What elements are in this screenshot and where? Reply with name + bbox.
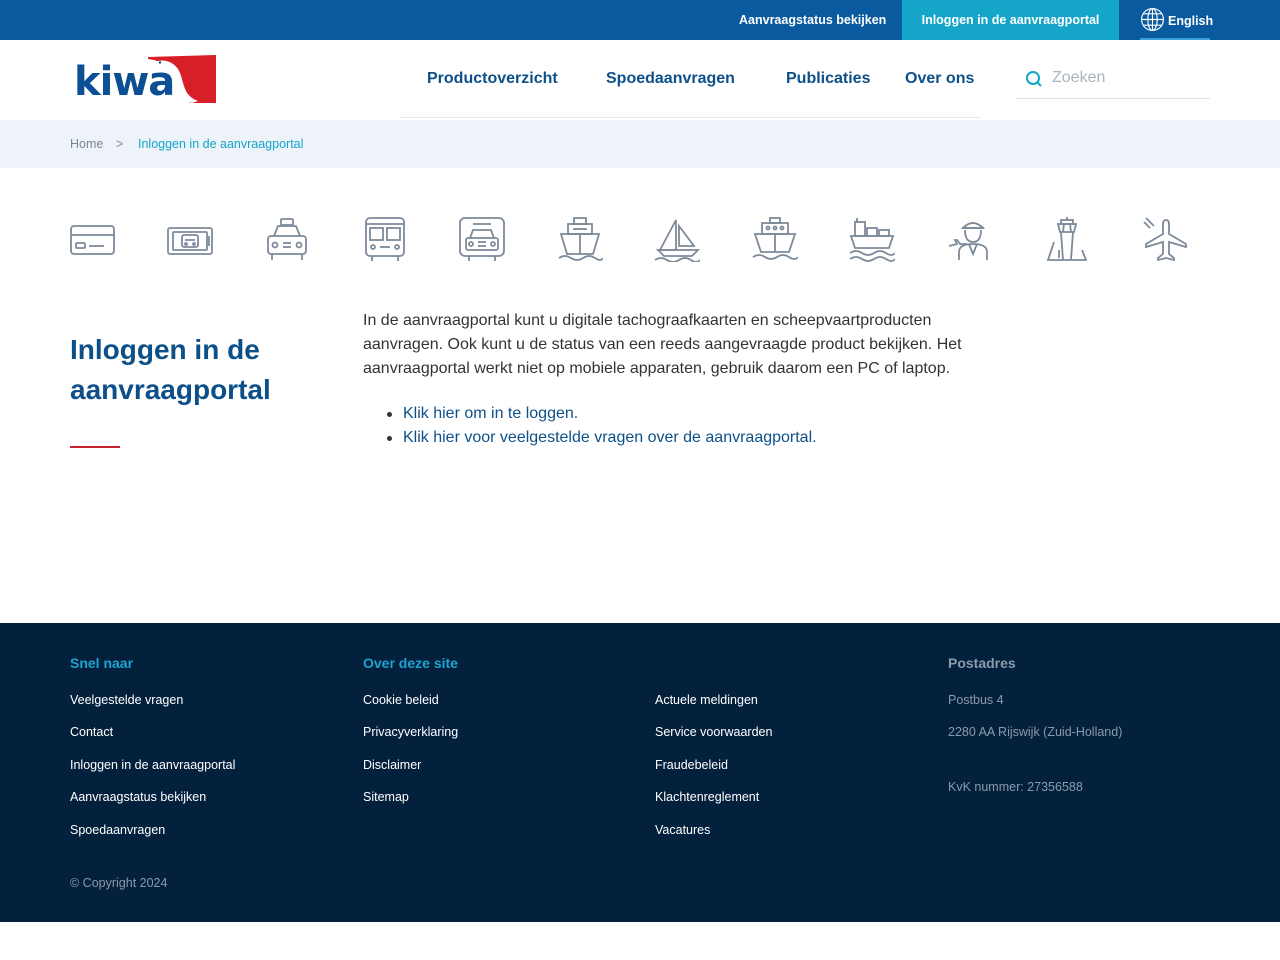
- ferry-icon[interactable]: [752, 216, 799, 262]
- cargo-ship-icon[interactable]: [849, 216, 896, 262]
- airplane-icon[interactable]: [1142, 216, 1188, 262]
- search-input[interactable]: [1052, 65, 1202, 91]
- globe-icon: [1140, 7, 1168, 35]
- logo-text: kiwa: [74, 59, 174, 105]
- breadcrumb-current: Inloggen in de aanvraagportal: [138, 137, 304, 151]
- footer-link-cookie[interactable]: Cookie beleid: [363, 693, 439, 707]
- list-item: Klik hier om in te loggen.: [363, 402, 983, 426]
- login-link[interactable]: Klik hier om in te loggen.: [403, 405, 578, 422]
- footer-postal-heading: Postadres: [948, 655, 1016, 671]
- kiwa-logo[interactable]: kiwa: [74, 53, 217, 105]
- footer-link-status[interactable]: Aanvraagstatus bekijken: [70, 790, 206, 804]
- page-title: Inloggen in de aanvraagportal: [70, 334, 271, 405]
- copyright: © Copyright 2024: [70, 876, 168, 890]
- truck-icon[interactable]: [459, 216, 505, 262]
- ship-icon[interactable]: [557, 216, 604, 262]
- top-bar: Aanvraagstatus bekijken Inloggen in de a…: [0, 0, 1280, 40]
- nav-over-ons[interactable]: Over ons: [905, 70, 974, 88]
- nav-spoedaanvragen[interactable]: Spoedaanvragen: [606, 70, 735, 88]
- postal-line: 2280 AA Rijswijk (Zuid-Holland): [948, 725, 1123, 739]
- footer-link-portal[interactable]: Inloggen in de aanvraagportal: [70, 758, 235, 772]
- portal-login-tab[interactable]: Inloggen in de aanvraagportal: [902, 0, 1119, 40]
- status-link[interactable]: Aanvraagstatus bekijken: [739, 13, 886, 27]
- kvk-number: KvK nummer: 27356588: [948, 780, 1083, 794]
- tachograph-icon[interactable]: [167, 216, 213, 262]
- breadcrumb-home[interactable]: Home: [70, 137, 103, 151]
- footer-link-faq[interactable]: Veelgestelde vragen: [70, 693, 183, 707]
- header: kiwa Productoverzicht Spoedaanvragen Pub…: [0, 40, 1280, 120]
- language-label: English: [1168, 13, 1214, 28]
- footer-quick-heading: Snel naar: [70, 655, 134, 671]
- footer-link-fraude[interactable]: Fraudebeleid: [655, 758, 728, 772]
- sailboat-icon[interactable]: [654, 216, 701, 263]
- search-box: [1016, 62, 1210, 99]
- title-accent-rule: [70, 446, 120, 448]
- list-item: Klik hier voor veelgestelde vragen over …: [363, 426, 983, 450]
- bullet: [387, 436, 392, 441]
- postal-line: Postbus 4: [948, 693, 1004, 707]
- language-switch[interactable]: English: [1140, 7, 1214, 35]
- footer-link-vacatures[interactable]: Vacatures: [655, 823, 710, 837]
- faq-link[interactable]: Klik hier voor veelgestelde vragen over …: [403, 429, 817, 446]
- footer: Snel naar Veelgestelde vragen Contact In…: [0, 623, 1280, 922]
- intro-paragraph: In de aanvraagportal kunt u digitale tac…: [363, 312, 962, 377]
- footer-link-spoed[interactable]: Spoedaanvragen: [70, 823, 165, 837]
- pilot-icon[interactable]: [947, 216, 993, 262]
- nav-productoverzicht[interactable]: Productoverzicht: [427, 70, 558, 88]
- taxi-icon[interactable]: [264, 216, 310, 262]
- nav-publicaties[interactable]: Publicaties: [786, 70, 870, 88]
- footer-link-disclaimer[interactable]: Disclaimer: [363, 758, 421, 772]
- breadcrumb-separator: >: [116, 137, 124, 151]
- footer-link-klachten[interactable]: Klachtenreglement: [655, 790, 759, 804]
- search-icon[interactable]: [1024, 69, 1044, 89]
- footer-link-sitemap[interactable]: Sitemap: [363, 790, 409, 804]
- footer-link-meldingen[interactable]: Actuele meldingen: [655, 693, 758, 707]
- bullet: [387, 412, 392, 417]
- breadcrumb: Home > Inloggen in de aanvraagportal: [0, 120, 1280, 168]
- link-list: Klik hier om in te loggen. Klik hier voo…: [363, 402, 983, 450]
- footer-site-heading: Over deze site: [363, 655, 458, 671]
- credit-card-icon[interactable]: [70, 216, 116, 262]
- control-tower-icon[interactable]: [1044, 216, 1090, 262]
- footer-link-voorwaarden[interactable]: Service voorwaarden: [655, 725, 772, 739]
- product-icon-row: [70, 216, 1210, 264]
- footer-link-privacy[interactable]: Privacyverklaring: [363, 725, 458, 739]
- footer-link-contact[interactable]: Contact: [70, 725, 113, 739]
- bus-icon[interactable]: [362, 216, 408, 262]
- nav-divider: [400, 117, 981, 118]
